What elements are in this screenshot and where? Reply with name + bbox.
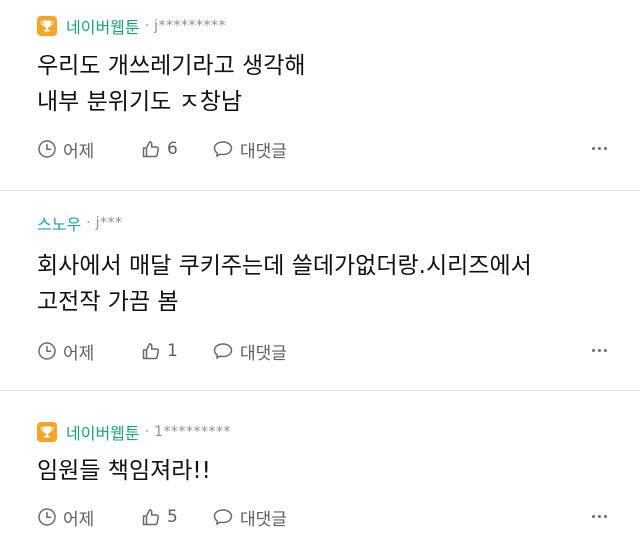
more-options-icon[interactable]: [592, 349, 607, 352]
comment-item: 스노우 · j*** 회사에서 매달 쿠키주는데 쓸데가없더랑.시리즈에서 고전…: [0, 191, 640, 390]
clock-icon: [38, 342, 56, 360]
comment-item: 네이버웹툰 · j********* 우리도 개쓰레기라고 생각해 내부 분위기…: [0, 0, 640, 190]
comment-user-id: j***: [95, 215, 123, 231]
like-button[interactable]: 1: [141, 341, 212, 361]
meta-separator: ·: [144, 424, 150, 440]
clock-icon: [38, 140, 56, 158]
reply-label: 대댓글: [240, 141, 287, 162]
like-button[interactable]: 5: [141, 507, 212, 527]
reply-label: 대댓글: [240, 343, 287, 364]
clock-icon: [38, 508, 56, 526]
reply-button[interactable]: 대댓글: [212, 339, 287, 364]
comment-item: 네이버웹툰 · 1********* 임원들 책임져라!! 어제 5 대댓글: [0, 391, 640, 553]
more-options-icon[interactable]: [592, 147, 607, 150]
comment-author[interactable]: 스노우: [37, 211, 81, 235]
like-button[interactable]: 6: [141, 139, 212, 159]
reply-button[interactable]: 대댓글: [212, 137, 287, 162]
comment-text: 회사에서 매달 쿠키주는데 쓸데가없더랑.시리즈에서 고전작 가끔 봄: [37, 253, 532, 315]
meta-separator: ·: [86, 215, 91, 231]
thumbs-up-icon: [142, 141, 160, 158]
more-options-icon[interactable]: [592, 515, 607, 518]
comment-text: 임원들 책임져라!!: [37, 458, 211, 484]
reply-button[interactable]: 대댓글: [212, 505, 287, 530]
comment-actions: 어제 5 대댓글: [37, 504, 607, 530]
comment-time-label: 어제: [63, 343, 95, 364]
speech-bubble-icon: [213, 509, 233, 525]
comment-time-label: 어제: [63, 141, 95, 162]
comment-user-id: 1*********: [154, 424, 231, 440]
comment-header: 네이버웹툰 · j*********: [37, 15, 226, 37]
thumbs-up-icon: [142, 509, 160, 526]
comment-text: 우리도 개쓰레기라고 생각해 내부 분위기도 ㅈ창남: [37, 53, 306, 115]
comment-time: 어제: [37, 505, 141, 530]
comment-actions: 어제 6 대댓글: [37, 136, 607, 162]
meta-separator: ·: [144, 18, 150, 34]
trophy-icon: [37, 16, 57, 36]
trophy-icon: [37, 422, 57, 442]
like-count: 6: [167, 139, 178, 159]
thumbs-up-icon: [142, 343, 160, 360]
comment-time-label: 어제: [63, 509, 95, 530]
comment-actions: 어제 1 대댓글: [37, 338, 607, 364]
comment-time: 어제: [37, 137, 141, 162]
comment-author[interactable]: 네이버웹툰: [66, 420, 140, 444]
like-count: 5: [167, 507, 178, 527]
like-count: 1: [167, 341, 178, 361]
comment-header: 네이버웹툰 · 1*********: [37, 421, 231, 443]
comment-header: 스노우 · j***: [37, 212, 123, 234]
comment-author[interactable]: 네이버웹툰: [66, 14, 140, 38]
comment-user-id: j*********: [154, 18, 226, 34]
comment-time: 어제: [37, 339, 141, 364]
reply-label: 대댓글: [240, 509, 287, 530]
speech-bubble-icon: [213, 141, 233, 157]
speech-bubble-icon: [213, 343, 233, 359]
